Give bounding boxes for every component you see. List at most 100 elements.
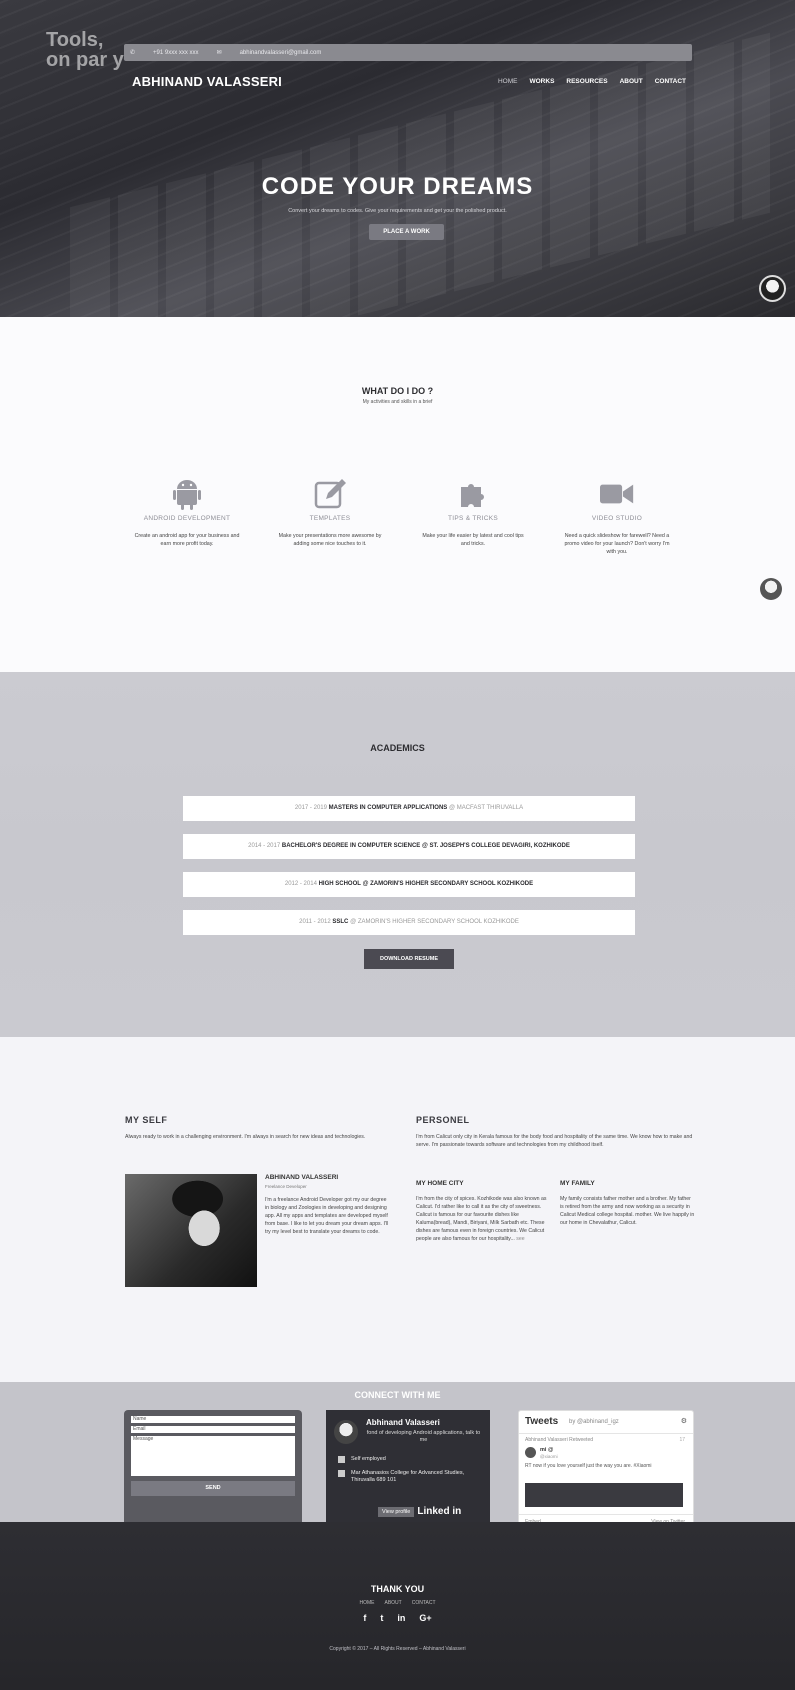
service-item: ANDROID DEVELOPMENT Create an android ap… [127, 477, 247, 548]
edit-icon [313, 477, 347, 511]
hero-background-text: Tools, on par y [46, 30, 124, 70]
view-profile-button[interactable]: View profile [378, 1506, 415, 1517]
footer-link-home[interactable]: HOME [359, 1600, 374, 1606]
nav-contact[interactable]: CONTACT [655, 78, 686, 85]
nav-home[interactable]: HOME [498, 78, 518, 85]
service-name: ANDROID DEVELOPMENT [143, 515, 231, 522]
linkedin-name[interactable]: Abhinand Valasseri [366, 1418, 440, 1427]
service-desc: Make your presentations more awesome by … [278, 533, 382, 547]
facebook-icon[interactable]: f [363, 1613, 366, 1623]
tweet-avatar [525, 1447, 536, 1458]
puzzle-icon [456, 477, 490, 511]
contact-topbar: ✆ +91 9xxx xxx xxx ✉ abhinandvalasseri@g… [124, 44, 692, 61]
navbar: ABHINAND VALASSERI HOME WORKS RESOURCES … [124, 66, 692, 96]
personel-title: PERSONEL [416, 1115, 470, 1125]
tweet-media[interactable] [525, 1483, 683, 1507]
academics-row: 2011 - 2012 SSLC @ ZAMORIN'S HIGHER SECO… [183, 910, 635, 935]
tweet-user[interactable]: mi @ [540, 1447, 553, 1453]
row-degree: HIGH SCHOOL [318, 881, 361, 887]
home-city-body: I'm from the city of spices. Kozhikode w… [416, 1196, 547, 1242]
linkedin-card: Abhinand Valasseri fond of developing An… [326, 1410, 490, 1523]
home-city-text: I'm from the city of spices. Kozhikode w… [416, 1195, 551, 1243]
linkedin-education: Mar Athanasios College for Advanced Stud… [338, 1470, 483, 1484]
nav-resources[interactable]: RESOURCES [566, 78, 607, 85]
service-item: TIPS & TRICKS Make your life easier by l… [413, 477, 533, 548]
name-field[interactable]: Name [131, 1416, 295, 1423]
linkedin-icon[interactable]: in [397, 1613, 405, 1623]
nav-about[interactable]: ABOUT [620, 78, 643, 85]
footer-link-about[interactable]: ABOUT [384, 1600, 401, 1606]
twitter-handle[interactable]: by @abhinand_igz [569, 1419, 619, 1425]
row-years: 2012 - 2014 [284, 881, 317, 887]
place-work-button[interactable]: PLACE A WORK [369, 224, 444, 240]
message-field[interactable]: Message [131, 1436, 295, 1476]
row-place: @ ZAMORIN'S HIGHER SECONDARY SCHOOL KOZH… [350, 919, 519, 925]
retweet-label: Abhinand Valasseri Retweeted [525, 1437, 594, 1443]
service-desc: Make your life easier by latest and cool… [422, 533, 524, 547]
copyright: Copyright © 2017 – All Rights Reserved –… [329, 1646, 466, 1652]
chat-avatar-icon[interactable] [759, 275, 786, 302]
phone-text: +91 9xxx xxx xxx [153, 49, 199, 56]
home-city-title: MY HOME CITY [416, 1180, 464, 1187]
profile-name: ABHINAND VALASSERI [265, 1174, 339, 1181]
social-links: f t in G+ [0, 1613, 795, 1623]
twitter-icon[interactable]: t [380, 1613, 383, 1623]
bg-text-line: Tools, [46, 29, 104, 51]
education-icon [338, 1470, 345, 1477]
family-title: MY FAMILY [560, 1180, 595, 1187]
gear-icon[interactable]: ⚙ [681, 1417, 687, 1425]
android-icon [170, 477, 204, 511]
twitter-widget: Tweets by @abhinand_igz ⚙ Abhinand Valas… [518, 1410, 694, 1532]
service-name: VIDEO STUDIO [591, 515, 643, 522]
hero-section: Tools, on par y ✆ +91 9xxx xxx xxx ✉ abh… [0, 0, 795, 317]
row-years: 2014 - 2017 [248, 843, 281, 849]
family-text: My family consists father mother and a b… [560, 1196, 695, 1226]
contact-form: Name Email Message SEND [124, 1410, 302, 1533]
google-plus-icon[interactable]: G+ [419, 1613, 431, 1623]
tweet-time: 17 [679, 1437, 685, 1443]
connect-title: CONNECT WITH ME [354, 1390, 441, 1400]
email-link[interactable]: abhinandvalasseri@gmail.com [240, 50, 322, 56]
profile-bio: I'm a freelance Android Developer got my… [265, 1197, 389, 1235]
download-resume-button[interactable]: DOWNLOAD RESUME [364, 949, 454, 969]
row-degree: MASTERS IN COMPUTER APPLICATIONS [328, 805, 448, 811]
academics-title: ACADEMICS [370, 743, 425, 753]
send-button[interactable]: SEND [131, 1481, 295, 1496]
tweet-user-handle: @xiaomi [540, 1454, 558, 1459]
hero-title: CODE YOUR DREAMS [261, 173, 534, 200]
nav-works[interactable]: WORKS [529, 78, 554, 85]
footer-link-contact[interactable]: CONTACT [412, 1600, 436, 1606]
services-subtitle: My activities and skills in a brief [362, 399, 433, 405]
tweets-heading: Tweets [525, 1416, 559, 1427]
row-years: 2011 - 2012 [299, 919, 331, 925]
linkedin-employment: Self employed [338, 1456, 386, 1463]
service-desc: Create an android app for your business … [134, 533, 240, 547]
profile-role: Freelance Developer [265, 1184, 307, 1189]
service-name: TIPS & TRICKS [447, 515, 498, 522]
academics-row: 2012 - 2014 HIGH SCHOOL @ ZAMORIN'S HIGH… [183, 872, 635, 897]
email-field[interactable]: Email [131, 1426, 295, 1433]
academics-row: 2014 - 2017 BACHELOR'S DEGREE IN COMPUTE… [183, 834, 635, 859]
row-place: @ ST. JOSEPH'S COLLEGE DEVAGIRI, KOZHIKO… [421, 843, 570, 849]
profile-photo [125, 1174, 257, 1287]
row-place: @ MACFAST THIRUVALLA [448, 805, 524, 811]
footer-title: THANK YOU [370, 1584, 425, 1594]
email-icon: ✉ [216, 50, 222, 56]
employment-text: Self employed [351, 1456, 386, 1462]
myself-intro: Always ready to work in a challenging en… [125, 1134, 366, 1140]
see-more-link[interactable]: see [516, 1236, 524, 1242]
divider [519, 1514, 693, 1515]
row-years: 2017 - 2019 [294, 805, 327, 811]
bg-text-line: on par y [46, 49, 124, 71]
service-item: TEMPLATES Make your presentations more a… [270, 477, 390, 548]
personel-intro: I'm from Calicut only city in Kerala fam… [416, 1134, 693, 1148]
brand-logo[interactable]: ABHINAND VALASSERI [132, 74, 282, 89]
row-degree: BACHELOR'S DEGREE IN COMPUTER SCIENCE [281, 843, 421, 849]
footer-links: HOME ABOUT CONTACT [0, 1600, 795, 1606]
linkedin-view-profile[interactable]: View profile Linked in [378, 1505, 480, 1518]
video-camera-icon [600, 477, 634, 511]
footer [0, 1522, 795, 1690]
phone-icon: ✆ [130, 50, 136, 56]
chat-avatar-icon[interactable] [760, 578, 782, 600]
row-place: @ ZAMORIN'S HIGHER SECONDARY SCHOOL KOZH… [362, 881, 534, 887]
